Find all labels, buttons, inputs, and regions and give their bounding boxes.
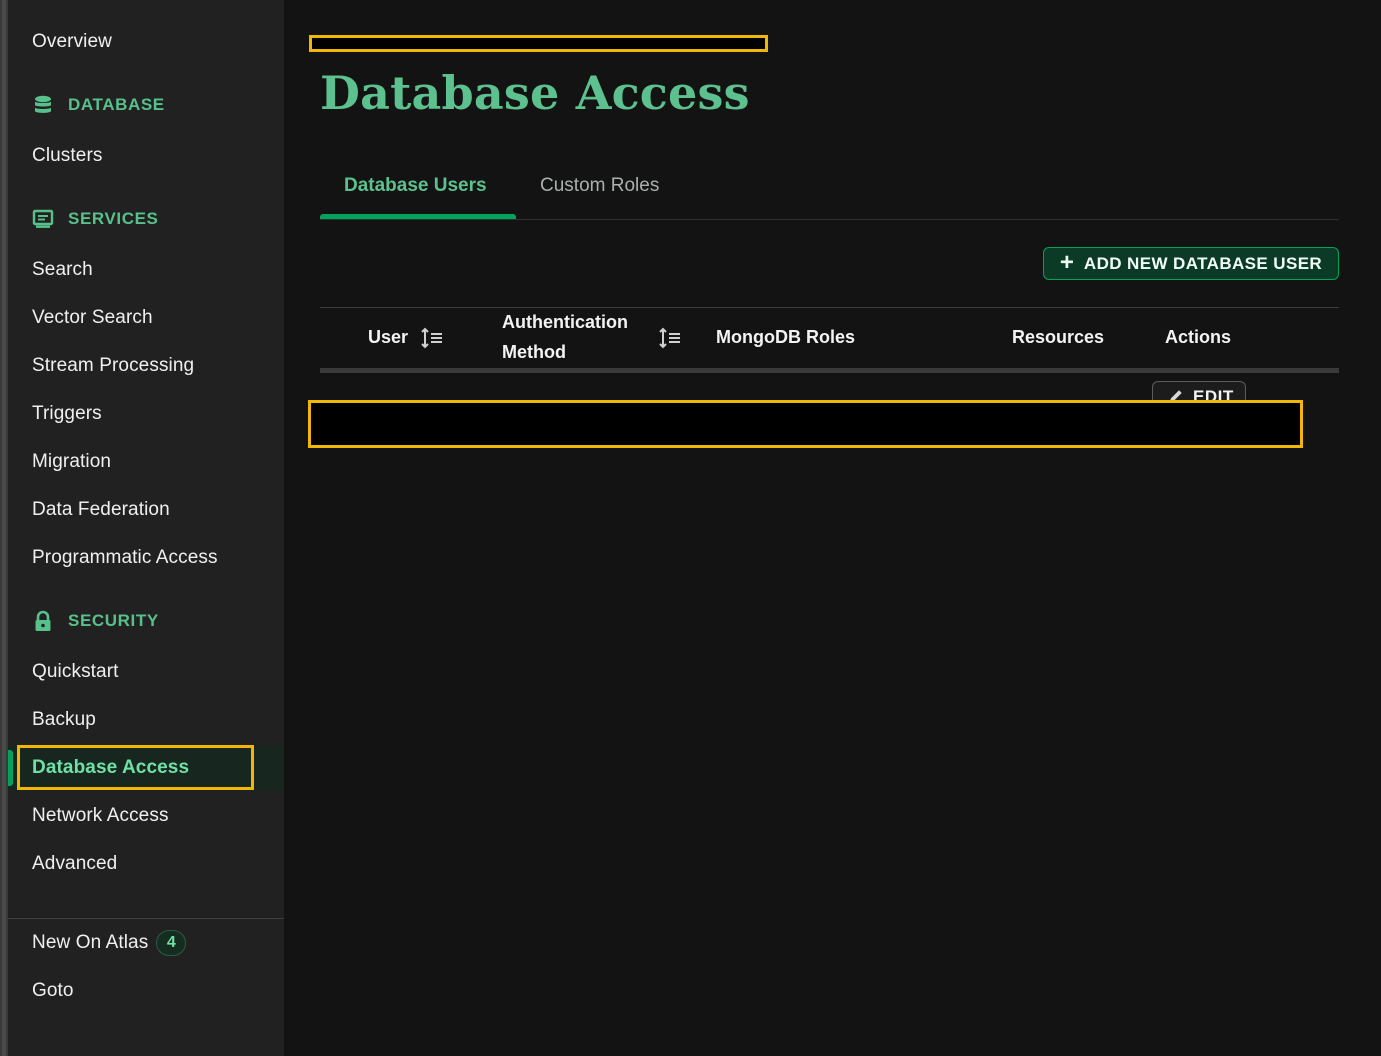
- redacted-user-row: [308, 400, 1303, 448]
- sidebar-section-label: DATABASE: [68, 95, 165, 114]
- sidebar-item-goto[interactable]: Goto: [32, 980, 74, 1002]
- sidebar: Overview DATABASE Clusters SERVICES Sear…: [8, 0, 284, 1056]
- sidebar-item-advanced[interactable]: Advanced: [32, 853, 117, 875]
- sidebar-section-label: SECURITY: [68, 611, 159, 630]
- sidebar-item-network-access[interactable]: Network Access: [32, 805, 169, 827]
- main-content: Database Access Database Users Custom Ro…: [284, 0, 1381, 1056]
- sidebar-item-search[interactable]: Search: [32, 259, 93, 281]
- tab-custom-roles[interactable]: Custom Roles: [540, 175, 659, 197]
- sort-icon[interactable]: [658, 327, 682, 354]
- table-top-border: [320, 307, 1339, 308]
- column-header-resources: Resources: [1012, 327, 1105, 347]
- new-on-atlas-label: New On Atlas: [32, 932, 149, 954]
- lock-icon: [32, 610, 54, 632]
- sidebar-item-data-federation[interactable]: Data Federation: [32, 499, 170, 521]
- sidebar-divider: [8, 918, 284, 919]
- sidebar-item-triggers[interactable]: Triggers: [32, 403, 102, 425]
- sidebar-item-stream-processing[interactable]: Stream Processing: [32, 355, 194, 377]
- sidebar-section-services: SERVICES: [32, 208, 158, 230]
- tabs-divider: [320, 219, 1339, 220]
- services-icon: [32, 208, 54, 230]
- highlight-box: [17, 745, 254, 790]
- table-header-border: [320, 368, 1339, 373]
- sidebar-item-clusters[interactable]: Clusters: [32, 145, 102, 167]
- sidebar-section-security: SECURITY: [32, 610, 159, 632]
- plus-icon: +: [1059, 248, 1074, 276]
- sidebar-item-migration[interactable]: Migration: [32, 451, 111, 473]
- add-button-label: ADD NEW DATABASE USER: [1083, 253, 1323, 273]
- column-header-mongodb-roles: MongoDB Roles: [716, 327, 855, 347]
- sidebar-item-vector-search[interactable]: Vector Search: [32, 307, 153, 329]
- window-left-edge: [0, 0, 8, 1056]
- sidebar-section-label: SERVICES: [68, 209, 159, 228]
- page-title: Database Access: [320, 66, 750, 120]
- sidebar-item-programmatic-access[interactable]: Programmatic Access: [32, 547, 218, 569]
- column-header-user[interactable]: User: [368, 327, 408, 348]
- sidebar-item-backup[interactable]: Backup: [32, 709, 96, 731]
- redacted-breadcrumb: [309, 35, 768, 52]
- sidebar-section-database: DATABASE: [32, 94, 165, 116]
- count-badge: 4: [156, 930, 187, 956]
- sidebar-active-indicator: [8, 750, 13, 786]
- tab-database-users[interactable]: Database Users: [344, 175, 487, 197]
- column-header-method[interactable]: Method: [502, 342, 566, 363]
- column-header-actions: Actions: [1165, 327, 1232, 347]
- database-icon: [32, 94, 54, 116]
- window-left-edge-inner: [2, 0, 6, 1056]
- add-new-database-user-button[interactable]: + ADD NEW DATABASE USER: [1043, 247, 1339, 280]
- sidebar-item-quickstart[interactable]: Quickstart: [32, 661, 119, 683]
- sidebar-item-new-on-atlas[interactable]: New On Atlas 4: [32, 930, 187, 956]
- sidebar-item-overview[interactable]: Overview: [32, 31, 112, 53]
- sort-icon[interactable]: [420, 327, 444, 354]
- column-header-authentication[interactable]: Authentication: [502, 312, 628, 333]
